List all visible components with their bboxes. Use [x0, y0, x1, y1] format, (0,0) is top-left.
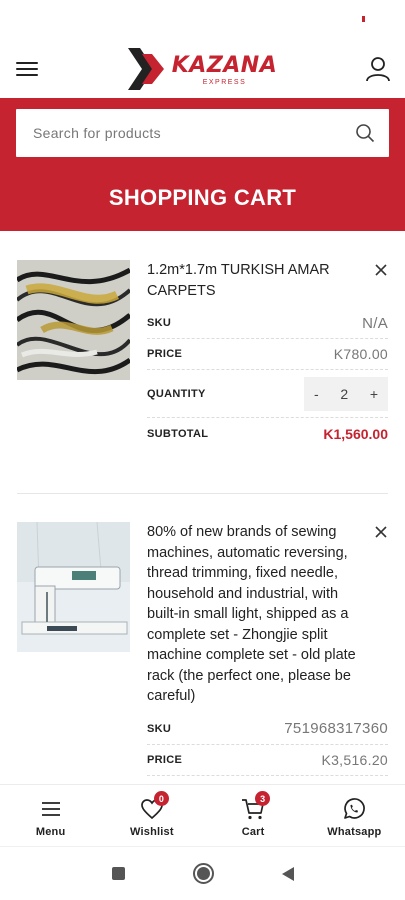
increase-quantity-button[interactable]: +	[370, 386, 378, 402]
search-icon[interactable]	[355, 123, 375, 143]
bottom-navigation: Menu 0 Wishlist 3 Cart Whatsapp	[0, 784, 405, 846]
nav-whatsapp-label: Whatsapp	[327, 826, 382, 838]
page-hero: Search for products SHOPPING CART	[0, 98, 405, 231]
quantity-value[interactable]: 2	[340, 386, 348, 402]
user-account-icon[interactable]	[365, 56, 391, 82]
nav-menu[interactable]: Menu	[0, 785, 101, 846]
hamburger-menu-icon[interactable]	[16, 60, 38, 78]
nav-wishlist-label: Wishlist	[130, 826, 174, 838]
remove-item-close-icon[interactable]	[374, 263, 388, 277]
cart-item: 1.2m*1.7m TURKISH AMAR CARPETS SKU N/A P…	[17, 231, 388, 494]
carpet-product-image[interactable]	[17, 260, 130, 380]
quantity-stepper[interactable]: - 2 +	[304, 376, 388, 411]
nav-wishlist[interactable]: 0 Wishlist	[101, 785, 202, 846]
subtotal-row: SUBTOTAL K1,560.00	[147, 418, 388, 449]
sku-value: 751968317360	[284, 720, 388, 737]
subtotal-label: SUBTOTAL	[147, 427, 209, 440]
cart-item: 80% of new brands of sewing machines, au…	[17, 494, 388, 820]
price-row: PRICE K3,516.20	[147, 745, 388, 776]
price-row: PRICE K780.00	[147, 339, 388, 370]
decrease-quantity-button[interactable]: -	[314, 386, 319, 402]
home-button[interactable]	[192, 863, 214, 884]
product-title[interactable]: 1.2m*1.7m TURKISH AMAR CARPETS	[147, 260, 374, 301]
product-title[interactable]: 80% of new brands of sewing machines, au…	[147, 522, 374, 707]
sku-label: SKU	[147, 317, 172, 329]
nav-cart[interactable]: 3 Cart	[203, 785, 304, 846]
wishlist-count-badge: 0	[153, 791, 169, 806]
price-value: K780.00	[333, 346, 388, 362]
back-button[interactable]	[281, 866, 294, 881]
search-input[interactable]: Search for products	[16, 109, 389, 157]
page-title: SHOPPING CART	[108, 185, 297, 210]
logo-subtitle: EXPRESS	[202, 78, 247, 86]
cart-count-badge: 3	[255, 791, 271, 806]
kazana-chevron-logo-icon	[127, 48, 164, 90]
site-logo[interactable]: KAZANA EXPRESS	[126, 48, 278, 90]
remove-item-close-icon[interactable]	[374, 525, 388, 539]
price-label: PRICE	[147, 753, 183, 766]
site-header: KAZANA EXPRESS	[0, 40, 405, 98]
nav-menu-label: Menu	[35, 826, 66, 838]
nav-whatsapp[interactable]: Whatsapp	[304, 785, 405, 846]
quantity-label: QUANTITY	[147, 387, 206, 400]
sewing-machine-product-image[interactable]	[17, 522, 130, 652]
status-indicator	[362, 16, 365, 22]
price-label: PRICE	[147, 348, 183, 360]
sku-row: SKU N/A	[147, 308, 388, 339]
sku-label: SKU	[147, 722, 172, 735]
menu-icon	[41, 802, 60, 816]
cart-list: 1.2m*1.7m TURKISH AMAR CARPETS SKU N/A P…	[0, 231, 405, 820]
sku-row: SKU 751968317360	[147, 714, 388, 745]
price-value: K3,516.20	[321, 751, 388, 768]
nav-cart-label: Cart	[241, 826, 265, 838]
recent-apps-button[interactable]	[111, 867, 125, 880]
status-bar	[0, 0, 405, 40]
search-placeholder: Search for products	[33, 125, 161, 141]
logo-name: KAZANA	[171, 52, 278, 78]
sku-value: N/A	[362, 314, 388, 332]
system-navigation-bar	[0, 846, 405, 900]
quantity-row: QUANTITY - 2 +	[147, 370, 388, 418]
subtotal-value: K1,560.00	[323, 425, 388, 442]
whatsapp-icon	[344, 798, 366, 819]
